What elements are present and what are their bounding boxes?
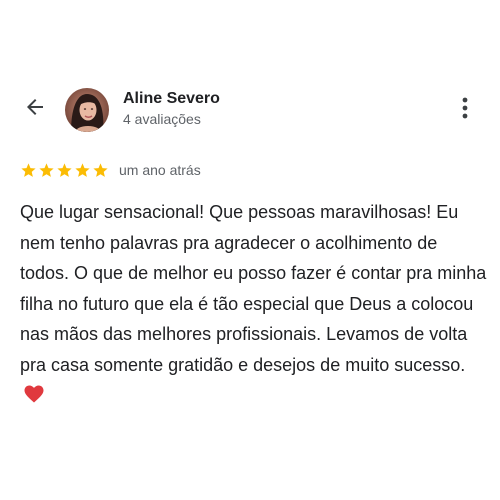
star-icon xyxy=(92,162,109,179)
rating-row: um ano atrás xyxy=(20,160,201,180)
star-rating xyxy=(20,162,109,179)
more-vertical-icon xyxy=(462,97,468,124)
review-count: 4 avaliações xyxy=(123,111,201,127)
review-text: Que lugar sensacional! Que pessoas marav… xyxy=(20,197,488,413)
back-button[interactable] xyxy=(20,94,50,124)
arrow-left-icon xyxy=(23,95,47,124)
star-icon xyxy=(74,162,91,179)
more-options-button[interactable] xyxy=(452,95,478,125)
review-body: Que lugar sensacional! Que pessoas marav… xyxy=(20,202,487,375)
star-icon xyxy=(20,162,37,179)
star-icon xyxy=(56,162,73,179)
avatar[interactable] xyxy=(65,88,109,132)
red-heart-icon xyxy=(24,382,44,413)
review-date: um ano atrás xyxy=(119,162,201,178)
reviewer-name[interactable]: Aline Severo xyxy=(123,90,220,108)
star-icon xyxy=(38,162,55,179)
